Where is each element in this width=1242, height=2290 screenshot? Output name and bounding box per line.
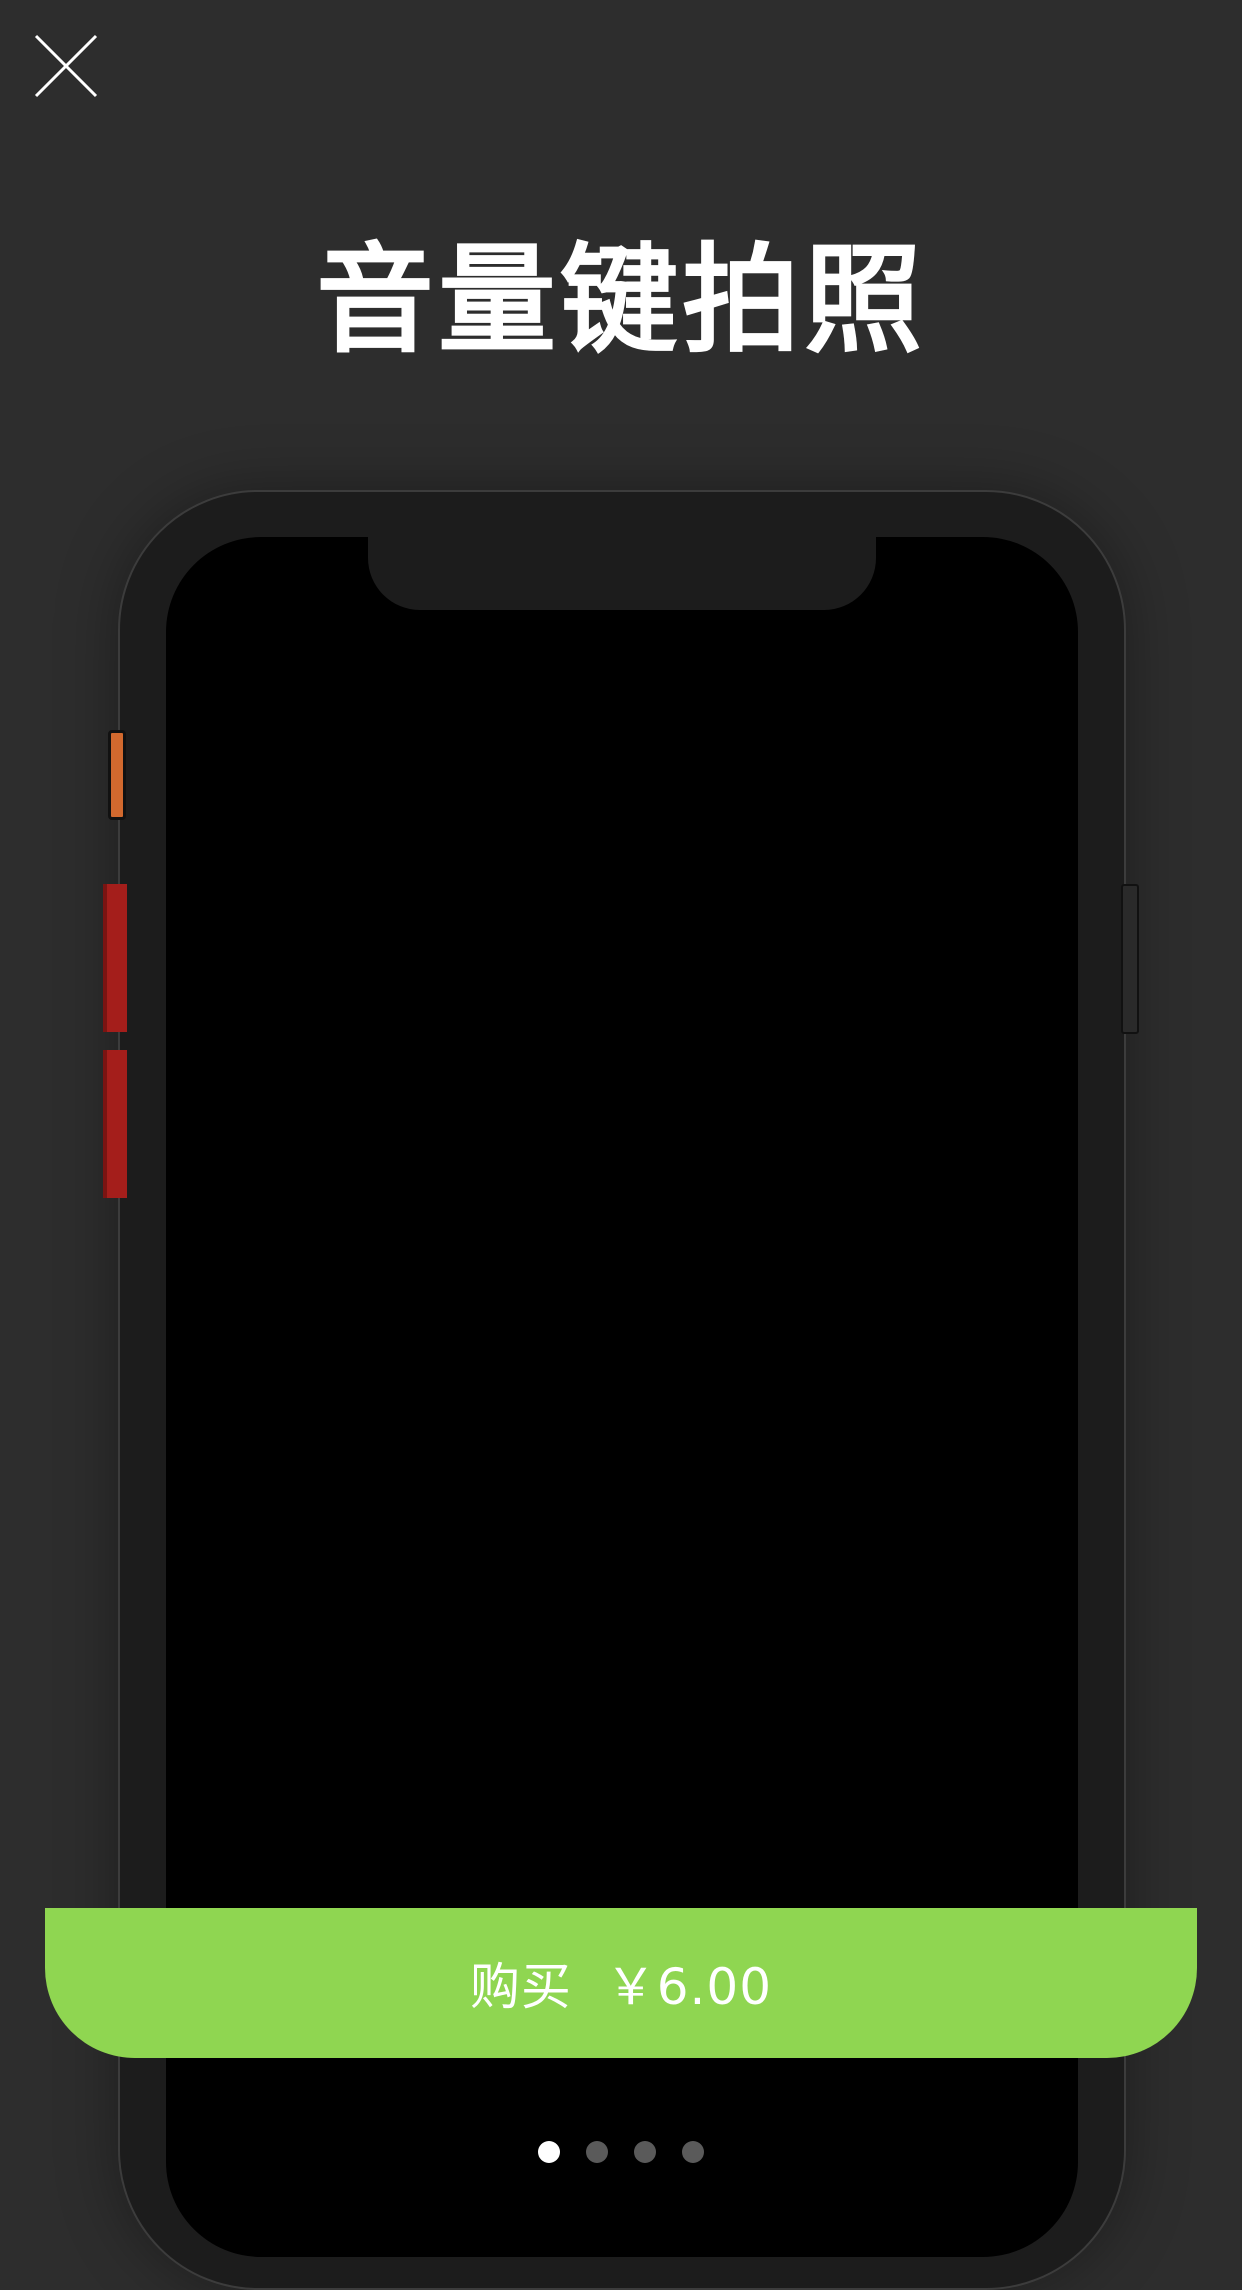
buy-button[interactable]: 购买 ￥6.00: [45, 1908, 1197, 2058]
page-title: 音量键拍照: [315, 231, 926, 369]
phone-volume-up-button: [103, 884, 127, 1032]
close-button[interactable]: [24, 24, 108, 108]
buy-button-label: 购买 ￥6.00: [469, 1958, 773, 2016]
page-dot[interactable]: [586, 2141, 608, 2163]
page-dot[interactable]: [682, 2141, 704, 2163]
phone-side-switch: [108, 730, 126, 820]
phone-volume-down-button: [103, 1050, 127, 1198]
phone-power-button: [1121, 884, 1139, 1034]
phone-mockup-notch: [368, 520, 876, 610]
page-indicator: [0, 2141, 1242, 2163]
page-dot[interactable]: [634, 2141, 656, 2163]
page-dot[interactable]: [538, 2141, 560, 2163]
close-icon: [34, 34, 98, 98]
